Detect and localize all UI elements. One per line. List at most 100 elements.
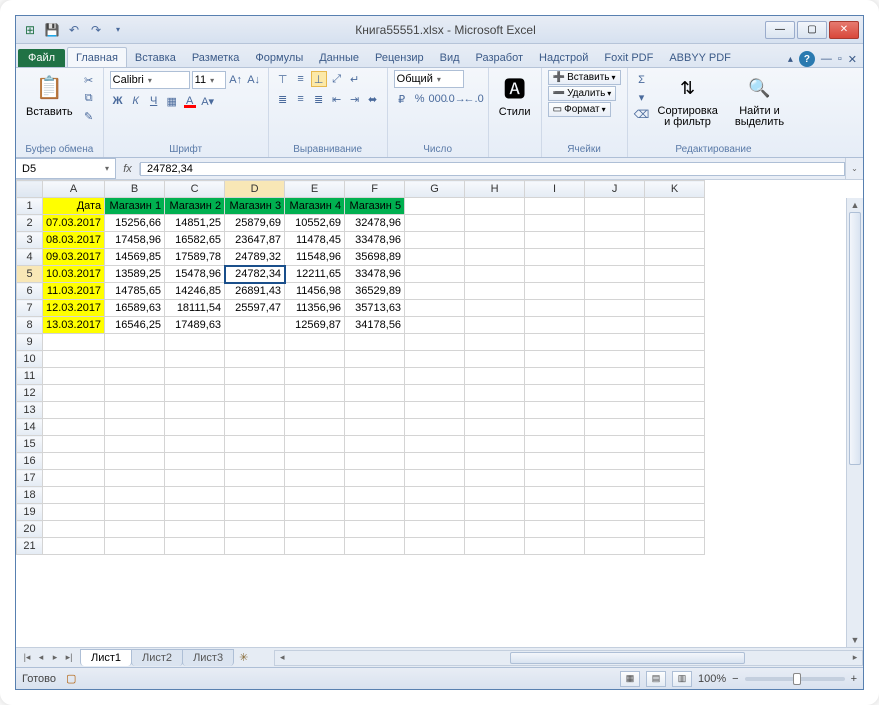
cell-H15[interactable] (465, 436, 525, 453)
zoom-level[interactable]: 100% (698, 673, 726, 685)
col-header-C[interactable]: C (165, 181, 225, 198)
shrink-font-icon[interactable]: A↓ (246, 72, 262, 88)
cell-C9[interactable] (165, 334, 225, 351)
sheet-next-icon[interactable]: ▸ (48, 652, 62, 663)
cell-D6[interactable]: 26891,43 (225, 283, 285, 300)
row-header-8[interactable]: 8 (17, 317, 43, 334)
cell-A15[interactable] (43, 436, 105, 453)
row-header-17[interactable]: 17 (17, 470, 43, 487)
cell-D19[interactable] (225, 504, 285, 521)
col-header-E[interactable]: E (285, 181, 345, 198)
cell-A13[interactable] (43, 402, 105, 419)
cell-D13[interactable] (225, 402, 285, 419)
cell-K9[interactable] (645, 334, 705, 351)
cell-H4[interactable] (465, 249, 525, 266)
row-header-2[interactable]: 2 (17, 215, 43, 232)
cell-F13[interactable] (345, 402, 405, 419)
cell-A9[interactable] (43, 334, 105, 351)
col-header-I[interactable]: I (525, 181, 585, 198)
bold-button[interactable]: Ж (110, 93, 126, 109)
cell-K18[interactable] (645, 487, 705, 504)
cell-H17[interactable] (465, 470, 525, 487)
zoom-out-button[interactable]: − (732, 673, 738, 685)
cell-J1[interactable] (585, 198, 645, 215)
cell-H2[interactable] (465, 215, 525, 232)
spreadsheet-grid[interactable]: ABCDEFGHIJK1ДатаМагазин 1Магазин 2Магази… (16, 180, 705, 555)
cell-G19[interactable] (405, 504, 465, 521)
styles-button[interactable]: 🅰 Стили (495, 70, 535, 120)
align-top-icon[interactable]: ⊤ (275, 71, 291, 87)
tab-review[interactable]: Рецензир (367, 48, 432, 67)
cell-J16[interactable] (585, 453, 645, 470)
cell-A17[interactable] (43, 470, 105, 487)
cell-F14[interactable] (345, 419, 405, 436)
cell-J10[interactable] (585, 351, 645, 368)
font-color-button[interactable]: A▾ (200, 93, 216, 109)
cell-E18[interactable] (285, 487, 345, 504)
comma-icon[interactable]: 000 (430, 91, 446, 107)
row-header-21[interactable]: 21 (17, 538, 43, 555)
cell-C4[interactable]: 17589,78 (165, 249, 225, 266)
row-header-1[interactable]: 1 (17, 198, 43, 215)
sheet-prev-icon[interactable]: ◂ (34, 652, 48, 663)
cell-H14[interactable] (465, 419, 525, 436)
cell-G2[interactable] (405, 215, 465, 232)
cell-D15[interactable] (225, 436, 285, 453)
cell-E4[interactable]: 11548,96 (285, 249, 345, 266)
cell-B3[interactable]: 17458,96 (105, 232, 165, 249)
cell-E15[interactable] (285, 436, 345, 453)
cell-H8[interactable] (465, 317, 525, 334)
cell-G5[interactable] (405, 266, 465, 283)
cell-I20[interactable] (525, 521, 585, 538)
cell-G3[interactable] (405, 232, 465, 249)
cell-B5[interactable]: 13589,25 (105, 266, 165, 283)
cell-F20[interactable] (345, 521, 405, 538)
cut-icon[interactable]: ✂ (81, 72, 97, 88)
cell-E11[interactable] (285, 368, 345, 385)
row-header-20[interactable]: 20 (17, 521, 43, 538)
cell-A12[interactable] (43, 385, 105, 402)
cell-H3[interactable] (465, 232, 525, 249)
cell-I16[interactable] (525, 453, 585, 470)
wrap-text-icon[interactable]: ↵ (347, 71, 363, 87)
cell-K5[interactable] (645, 266, 705, 283)
redo-icon[interactable]: ↷ (86, 20, 106, 40)
cell-J4[interactable] (585, 249, 645, 266)
cell-J21[interactable] (585, 538, 645, 555)
find-select-button[interactable]: 🔍 Найти и выделить (726, 70, 794, 130)
row-header-10[interactable]: 10 (17, 351, 43, 368)
cell-F8[interactable]: 34178,56 (345, 317, 405, 334)
cell-C21[interactable] (165, 538, 225, 555)
ribbon-minimize-icon[interactable]: ▴ (788, 54, 793, 65)
file-tab[interactable]: Файл (18, 49, 65, 67)
number-format-combo[interactable]: Общий▾ (394, 70, 464, 88)
cell-D20[interactable] (225, 521, 285, 538)
view-normal-button[interactable]: ▦ (620, 671, 640, 687)
cell-G1[interactable] (405, 198, 465, 215)
cell-G18[interactable] (405, 487, 465, 504)
maximize-button[interactable]: ▢ (797, 21, 827, 39)
cell-C16[interactable] (165, 453, 225, 470)
orientation-icon[interactable]: ⤢ (329, 71, 345, 87)
cell-C13[interactable] (165, 402, 225, 419)
row-header-15[interactable]: 15 (17, 436, 43, 453)
cell-I14[interactable] (525, 419, 585, 436)
cell-C3[interactable]: 16582,65 (165, 232, 225, 249)
cell-G14[interactable] (405, 419, 465, 436)
row-header-19[interactable]: 19 (17, 504, 43, 521)
cell-A19[interactable] (43, 504, 105, 521)
cell-J11[interactable] (585, 368, 645, 385)
align-right-icon[interactable]: ≣ (311, 91, 327, 107)
dec-decimal-icon[interactable]: ←.0 (466, 91, 482, 107)
cell-F5[interactable]: 33478,96 (345, 266, 405, 283)
cell-A18[interactable] (43, 487, 105, 504)
view-pagebreak-button[interactable]: ▥ (672, 671, 692, 687)
cell-B20[interactable] (105, 521, 165, 538)
tab-foxit[interactable]: Foxit PDF (596, 48, 661, 67)
cell-J18[interactable] (585, 487, 645, 504)
cell-C7[interactable]: 18111,54 (165, 300, 225, 317)
cell-F11[interactable] (345, 368, 405, 385)
row-header-5[interactable]: 5 (17, 266, 43, 283)
col-header-G[interactable]: G (405, 181, 465, 198)
cell-A10[interactable] (43, 351, 105, 368)
